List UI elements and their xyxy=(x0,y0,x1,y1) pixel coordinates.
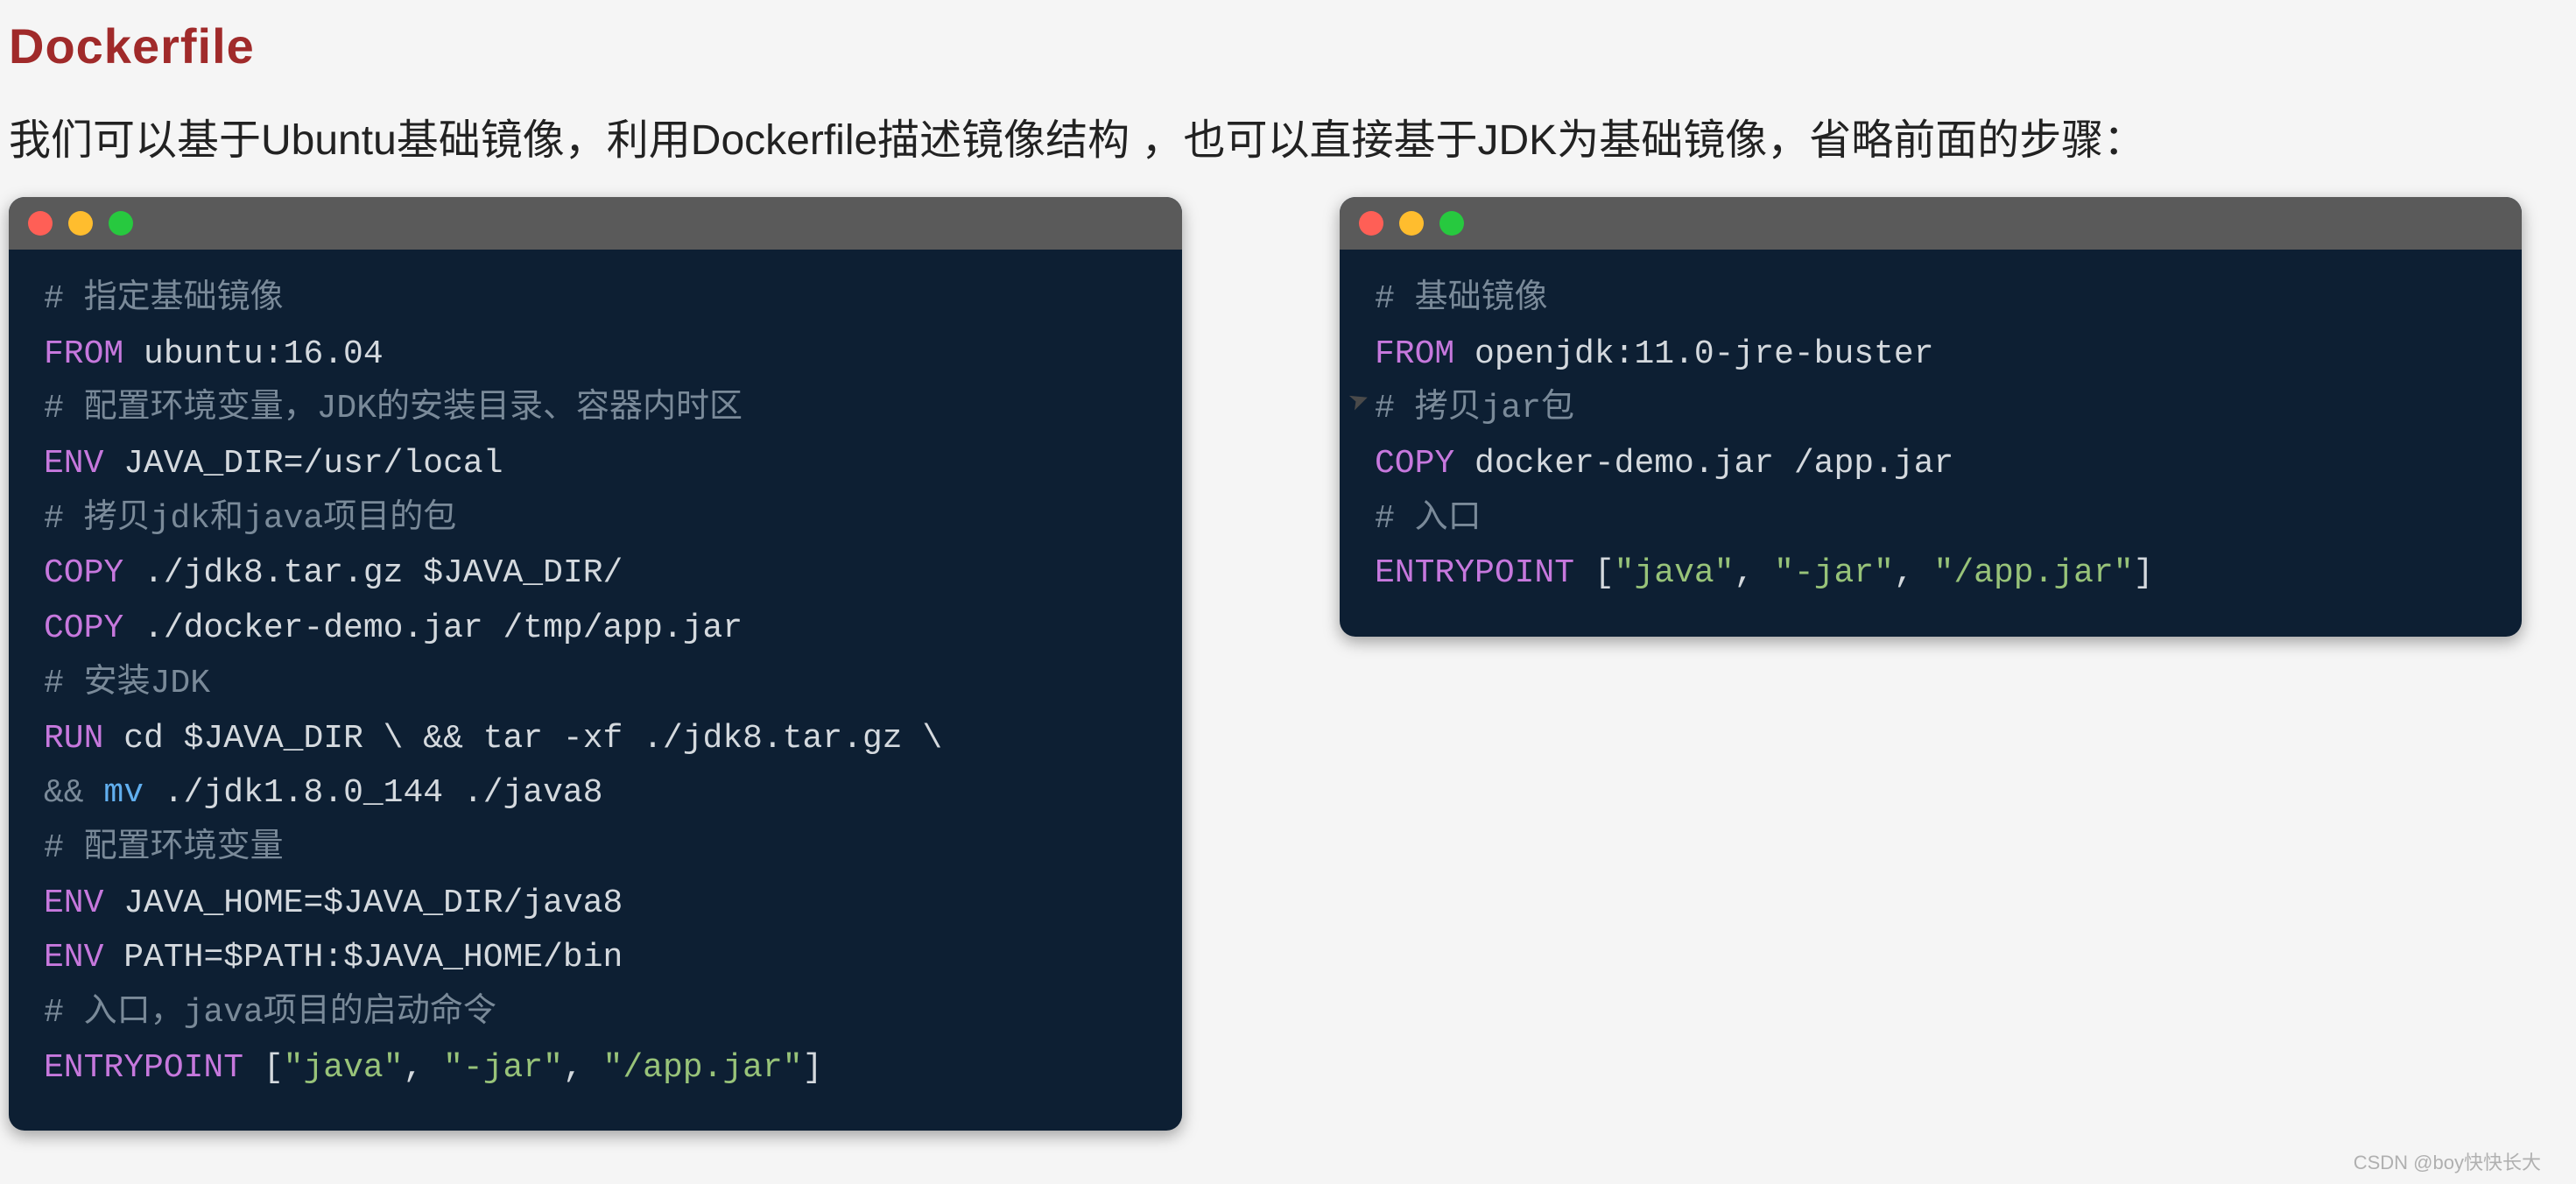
code-text xyxy=(243,1049,264,1087)
page-title: Dockerfile xyxy=(9,18,2548,74)
terminal-titlebar xyxy=(1340,197,2522,250)
terminal-left: # 指定基础镜像 FROM ubuntu:16.04 # 配置环境变量，JDK的… xyxy=(9,197,1182,1131)
code-text: PATH=$PATH:$JAVA_HOME/bin xyxy=(103,939,623,976)
code-keyword: FROM xyxy=(44,335,123,373)
code-block-right: # 基础镜像 FROM openjdk:11.0-jre-buster # 拷贝… xyxy=(1340,250,2522,637)
code-comment: # 指定基础镜像 xyxy=(44,280,284,318)
maximize-icon xyxy=(109,211,133,236)
watermark-text: CSDN @boy快快长大 xyxy=(2354,1147,2541,1175)
code-bracket: [ xyxy=(1594,554,1615,592)
terminal-titlebar xyxy=(9,197,1182,250)
minimize-icon xyxy=(68,211,93,236)
code-keyword: COPY xyxy=(1375,445,1454,483)
code-text: , xyxy=(1894,554,1934,592)
code-text: ./docker-demo.jar /tmp/app.jar xyxy=(123,610,743,647)
code-bracket: ] xyxy=(803,1049,823,1087)
code-text: ./jdk1.8.0_144 ./java8 xyxy=(144,774,603,812)
code-comment: # 拷贝jar包 xyxy=(1375,390,1574,427)
code-text: , xyxy=(1735,554,1775,592)
code-string: "-jar" xyxy=(1774,554,1894,592)
code-block-left: # 指定基础镜像 FROM ubuntu:16.04 # 配置环境变量，JDK的… xyxy=(9,250,1182,1131)
terminals-row: # 指定基础镜像 FROM ubuntu:16.04 # 配置环境变量，JDK的… xyxy=(9,197,2548,1131)
code-keyword: ENTRYPOINT xyxy=(1375,554,1574,592)
code-bracket: [ xyxy=(264,1049,284,1087)
code-text: , xyxy=(563,1049,603,1087)
code-keyword: ENV xyxy=(44,939,103,976)
code-text: JAVA_HOME=$JAVA_DIR/java8 xyxy=(103,884,623,922)
close-icon xyxy=(28,211,53,236)
maximize-icon xyxy=(1439,211,1464,236)
code-text: ./jdk8.tar.gz $JAVA_DIR/ xyxy=(123,554,623,592)
code-keyword: COPY xyxy=(44,554,123,592)
code-keyword: FROM xyxy=(1375,335,1454,373)
page-container: Dockerfile 我们可以基于Ubuntu基础镜像，利用Dockerfile… xyxy=(9,18,2548,1131)
terminal-right: # 基础镜像 FROM openjdk:11.0-jre-buster # 拷贝… xyxy=(1340,197,2522,637)
code-text: , xyxy=(404,1049,444,1087)
code-string: "-jar" xyxy=(443,1049,563,1087)
code-string: "java" xyxy=(1615,554,1735,592)
code-comment: # 基础镜像 xyxy=(1375,280,1548,318)
intro-text: 我们可以基于Ubuntu基础镜像，利用Dockerfile描述镜像结构 ，也可以… xyxy=(9,109,2548,173)
code-text: cd $JAVA_DIR \ && tar -xf ./jdk8.tar.gz … xyxy=(103,720,942,758)
code-text: docker-demo.jar /app.jar xyxy=(1454,445,1953,483)
code-text xyxy=(1574,554,1594,592)
code-comment: # 入口 xyxy=(1375,500,1482,538)
code-keyword: ENTRYPOINT xyxy=(44,1049,243,1087)
code-text: ubuntu:16.04 xyxy=(123,335,383,373)
code-keyword: ENV xyxy=(44,884,103,922)
code-bracket: ] xyxy=(2134,554,2154,592)
code-string: "/app.jar" xyxy=(1934,554,2134,592)
code-comment: # 入口，java项目的启动命令 xyxy=(44,994,496,1032)
code-string: "java" xyxy=(284,1049,404,1087)
code-comment: # 安装JDK xyxy=(44,665,210,702)
code-keyword: ENV xyxy=(44,445,103,483)
code-keyword: COPY xyxy=(44,610,123,647)
code-string: "/app.jar" xyxy=(603,1049,803,1087)
code-keyword: RUN xyxy=(44,720,103,758)
code-command: mv xyxy=(103,774,144,812)
code-comment: # 拷贝jdk和java项目的包 xyxy=(44,500,456,538)
code-text: JAVA_DIR=/usr/local xyxy=(103,445,503,483)
minimize-icon xyxy=(1399,211,1424,236)
code-operator: && xyxy=(44,774,103,812)
code-comment: # 配置环境变量 xyxy=(44,829,284,867)
code-comment: # 配置环境变量，JDK的安装目录、容器内时区 xyxy=(44,390,743,427)
code-text: openjdk:11.0-jre-buster xyxy=(1454,335,1933,373)
close-icon xyxy=(1359,211,1383,236)
